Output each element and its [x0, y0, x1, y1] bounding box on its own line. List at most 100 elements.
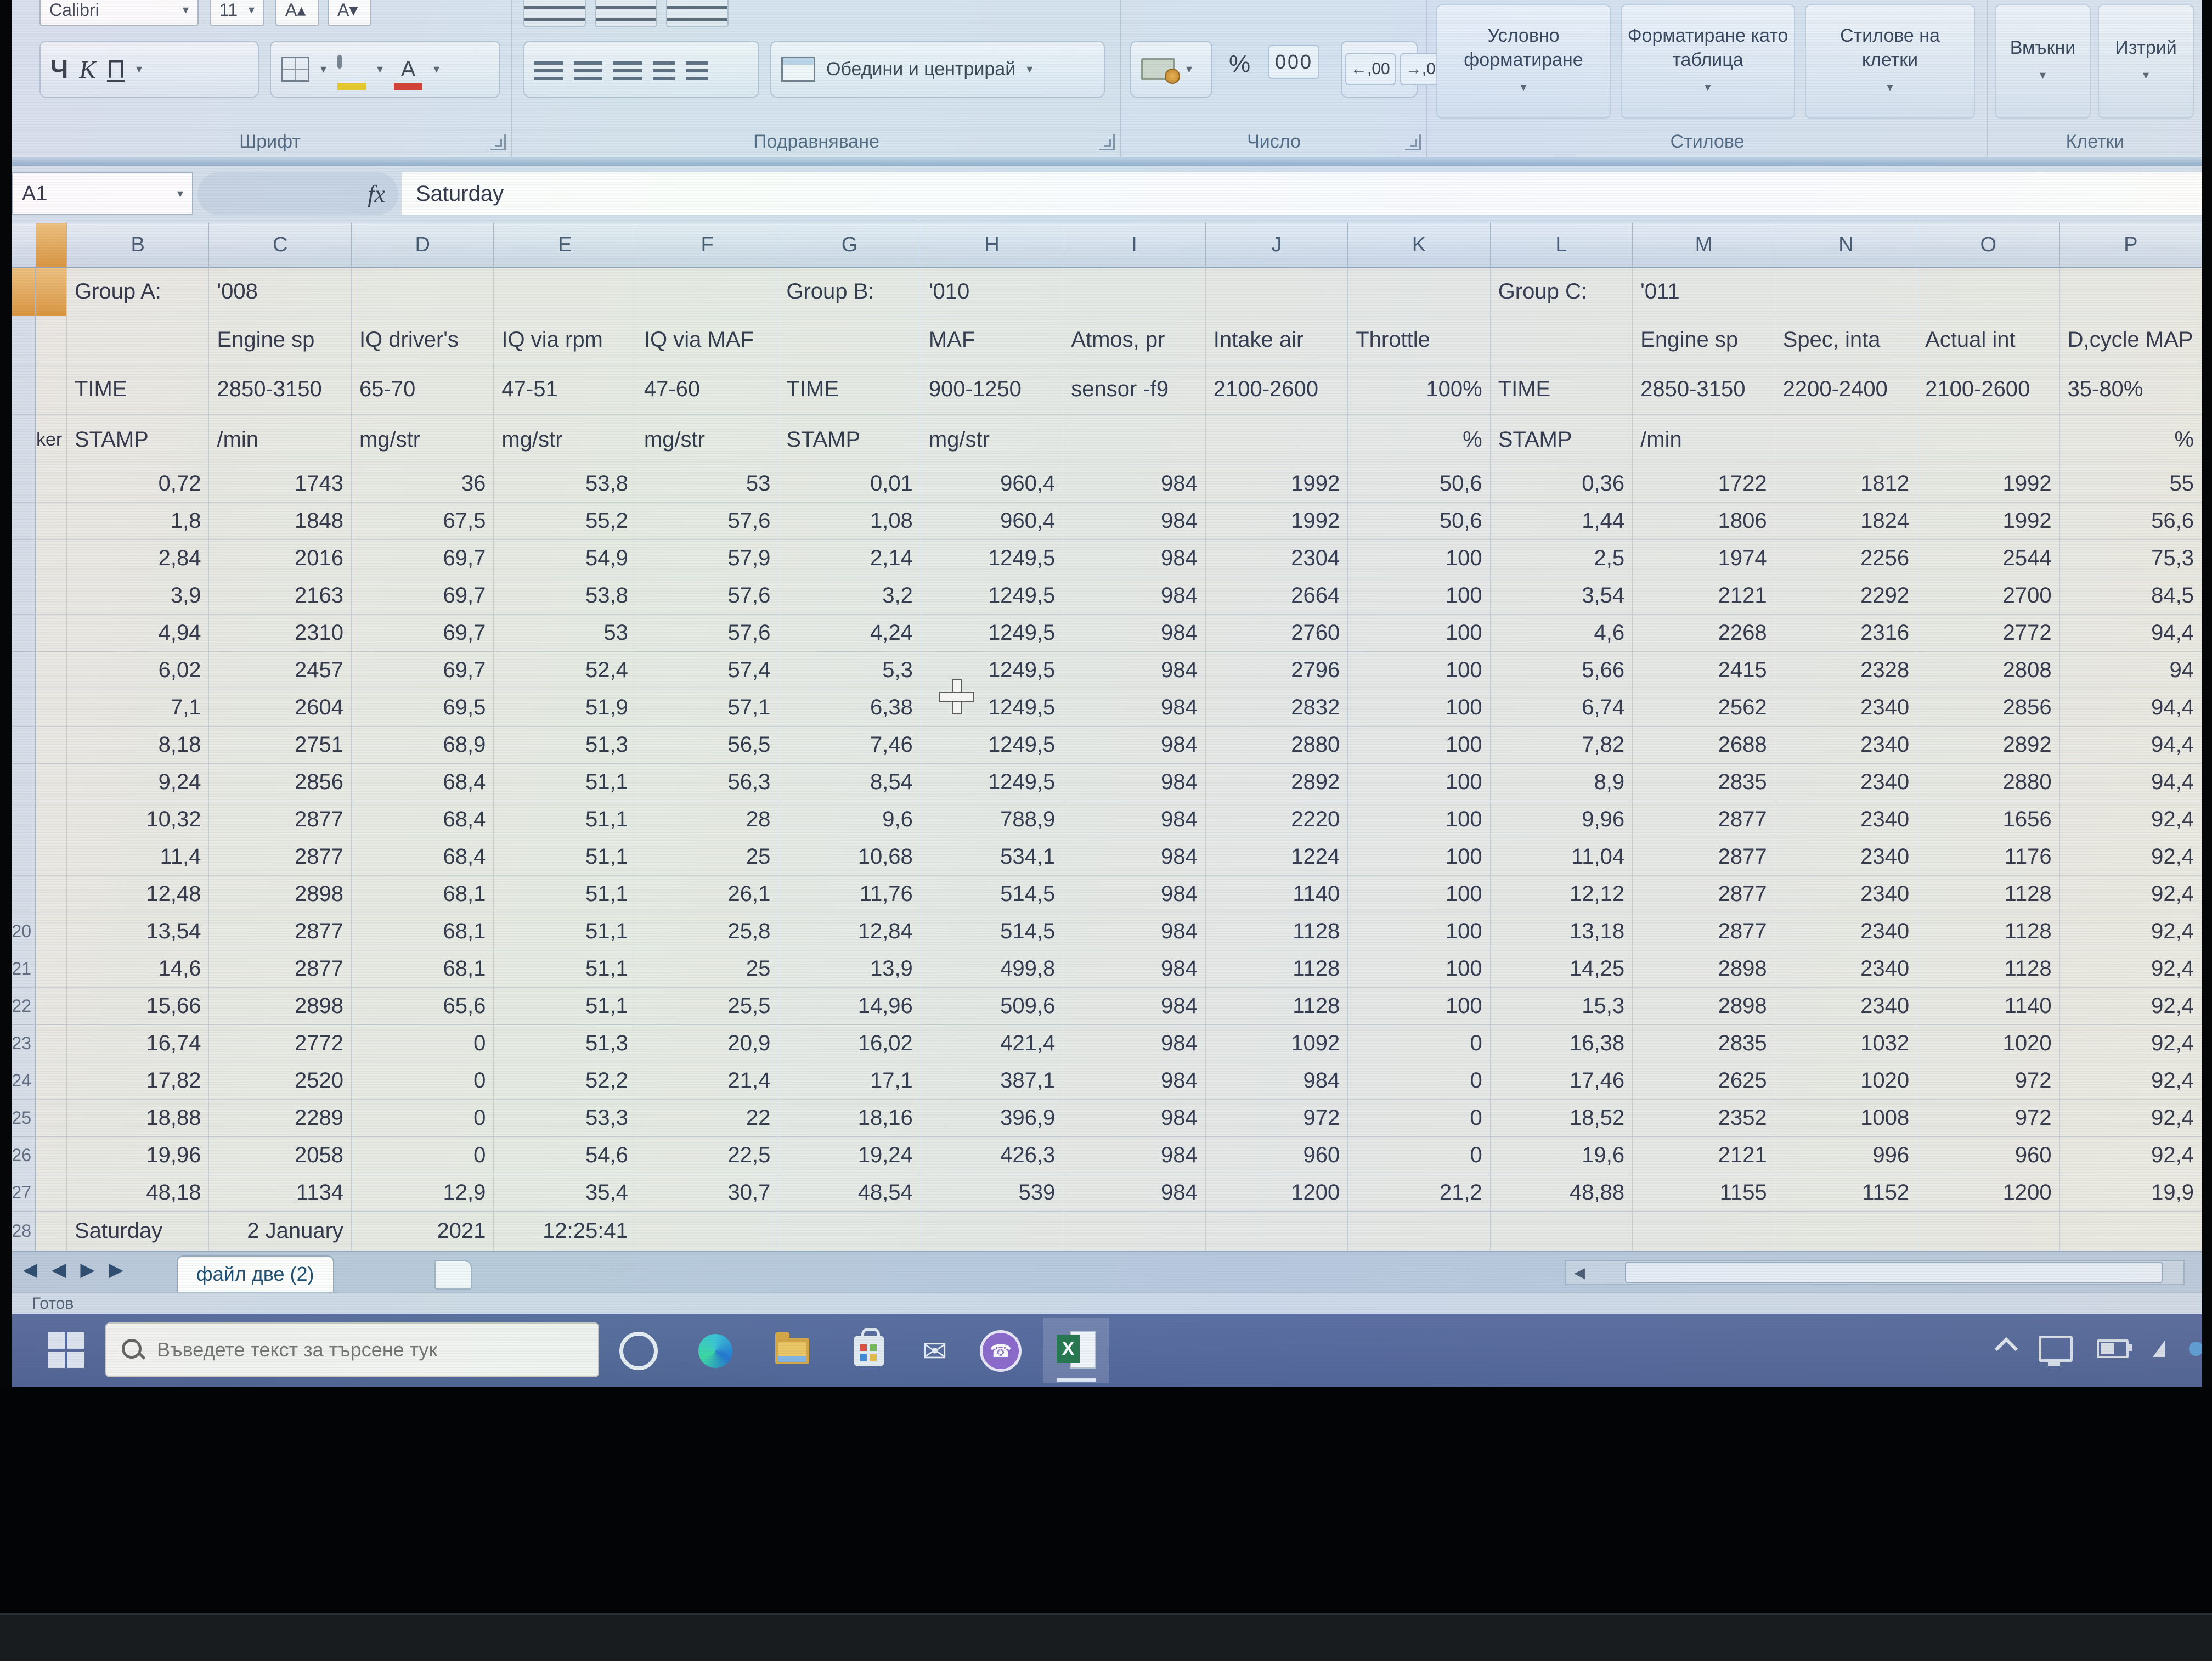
- cell-E26[interactable]: 54,6: [494, 1137, 636, 1174]
- cell-G15[interactable]: 7,46: [778, 727, 921, 764]
- cell-A1[interactable]: [36, 268, 67, 316]
- cell-I2[interactable]: Atmos, pr: [1063, 316, 1205, 364]
- cell-E18[interactable]: 51,1: [494, 838, 636, 876]
- merge-center-button[interactable]: Обедини и центрирай ▾: [770, 41, 1105, 98]
- cell-H21[interactable]: 499,8: [921, 950, 1063, 988]
- cell-K2[interactable]: Throttle: [1348, 316, 1490, 364]
- cell-I3[interactable]: sensor -f9: [1063, 364, 1205, 415]
- cell-N23[interactable]: 1032: [1775, 1025, 1917, 1062]
- cell-C21[interactable]: 2877: [209, 950, 351, 988]
- display-icon[interactable]: [2039, 1336, 2073, 1362]
- cell-B12[interactable]: 4,94: [67, 615, 209, 652]
- cell-O15[interactable]: 2892: [1917, 727, 2059, 764]
- cell-M13[interactable]: 2415: [1633, 652, 1775, 689]
- cell-K22[interactable]: 100: [1348, 988, 1490, 1025]
- cell-N2[interactable]: Spec, inta: [1775, 316, 1917, 364]
- column-header-L[interactable]: L: [1491, 223, 1633, 268]
- cell-P28[interactable]: [2060, 1212, 2202, 1251]
- cell-L24[interactable]: 17,46: [1491, 1062, 1633, 1100]
- cell-P27[interactable]: 19,9: [2060, 1174, 2202, 1212]
- scrollbar-thumb[interactable]: [1625, 1262, 2163, 1283]
- cell-I4[interactable]: [1063, 415, 1205, 465]
- mail-button[interactable]: ✉: [912, 1328, 958, 1374]
- cell-C12[interactable]: 2310: [209, 615, 351, 652]
- cell-O21[interactable]: 1128: [1917, 950, 2059, 988]
- cell-K9[interactable]: 50,6: [1348, 503, 1490, 540]
- cell-O18[interactable]: 1176: [1917, 838, 2059, 876]
- cell-C10[interactable]: 2016: [209, 540, 351, 577]
- cell-B25[interactable]: 18,88: [67, 1100, 209, 1137]
- cell-O4[interactable]: [1917, 415, 2059, 465]
- cell-H23[interactable]: 421,4: [921, 1025, 1063, 1062]
- cell-H11[interactable]: 1249,5: [921, 577, 1063, 615]
- cell-C9[interactable]: 1848: [209, 503, 351, 540]
- cell-O17[interactable]: 1656: [1917, 801, 2059, 838]
- cell-N16[interactable]: 2340: [1775, 764, 1917, 801]
- cell-O10[interactable]: 2544: [1917, 540, 2059, 577]
- cell-F11[interactable]: 57,6: [636, 577, 778, 615]
- cell-J16[interactable]: 2892: [1206, 764, 1348, 801]
- cell-D1[interactable]: [352, 268, 494, 316]
- cell-D25[interactable]: 0: [352, 1100, 494, 1137]
- column-header-G[interactable]: G: [778, 223, 921, 268]
- cell-B3[interactable]: TIME: [67, 364, 209, 415]
- cell-K19[interactable]: 100: [1348, 876, 1490, 913]
- cell-H2[interactable]: MAF: [921, 316, 1063, 364]
- cell-G21[interactable]: 13,9: [778, 950, 921, 988]
- cell-I9[interactable]: 984: [1063, 503, 1205, 540]
- cell-I1[interactable]: [1063, 268, 1205, 316]
- cell-B23[interactable]: 16,74: [67, 1025, 209, 1062]
- cell-J18[interactable]: 1224: [1206, 838, 1348, 876]
- cell-I15[interactable]: 984: [1063, 727, 1205, 764]
- cell-M17[interactable]: 2877: [1633, 801, 1775, 838]
- cell-D18[interactable]: 68,4: [352, 838, 494, 876]
- cell-A22[interactable]: [36, 988, 67, 1025]
- cell-F9[interactable]: 57,6: [636, 503, 778, 540]
- cell-A28[interactable]: [36, 1212, 67, 1251]
- row-header-4[interactable]: [12, 415, 36, 465]
- cell-M11[interactable]: 2121: [1633, 577, 1775, 615]
- cell-K26[interactable]: 0: [1348, 1137, 1490, 1174]
- cell-G23[interactable]: 16,02: [778, 1025, 921, 1062]
- insert-cells-button[interactable]: Вмъкни ▾: [1995, 4, 2091, 119]
- align-middle-icon[interactable]: [595, 0, 657, 27]
- chevron-down-icon[interactable]: ▾: [433, 62, 439, 76]
- row-header-20[interactable]: 20: [12, 913, 36, 950]
- column-header-A[interactable]: [36, 223, 67, 268]
- cell-I20[interactable]: 984: [1063, 913, 1205, 950]
- cell-C22[interactable]: 2898: [209, 988, 351, 1025]
- grow-font-button[interactable]: А▴: [275, 0, 319, 26]
- cell-K18[interactable]: 100: [1348, 838, 1490, 876]
- column-header-E[interactable]: E: [494, 223, 636, 268]
- battery-icon[interactable]: [2097, 1339, 2129, 1358]
- cell-N28[interactable]: [1775, 1212, 1917, 1251]
- cell-G22[interactable]: 14,96: [778, 988, 921, 1025]
- cell-P2[interactable]: D,cycle MAP: [2060, 316, 2202, 364]
- cell-A4[interactable]: ker: [36, 415, 67, 465]
- cell-C1[interactable]: '008: [209, 268, 351, 316]
- cell-E11[interactable]: 53,8: [494, 577, 636, 615]
- cell-F1[interactable]: [636, 268, 778, 316]
- cell-P22[interactable]: 92,4: [2060, 988, 2202, 1025]
- cell-A27[interactable]: [36, 1174, 67, 1212]
- cell-H12[interactable]: 1249,5: [921, 615, 1063, 652]
- cell-M21[interactable]: 2898: [1633, 950, 1775, 988]
- cell-G8[interactable]: 0,01: [778, 465, 921, 503]
- cell-N17[interactable]: 2340: [1775, 801, 1917, 838]
- cell-K12[interactable]: 100: [1348, 615, 1490, 652]
- cell-A19[interactable]: [36, 876, 67, 913]
- cell-A21[interactable]: [36, 950, 67, 988]
- cell-N21[interactable]: 2340: [1775, 950, 1917, 988]
- row-header-22[interactable]: 22: [12, 988, 36, 1025]
- cell-N22[interactable]: 2340: [1775, 988, 1917, 1025]
- cell-E10[interactable]: 54,9: [494, 540, 636, 577]
- cell-I25[interactable]: 984: [1063, 1100, 1205, 1137]
- cell-I19[interactable]: 984: [1063, 876, 1205, 913]
- select-all-button[interactable]: [12, 223, 36, 268]
- cell-N26[interactable]: 996: [1775, 1137, 1917, 1174]
- cell-K17[interactable]: 100: [1348, 801, 1490, 838]
- cell-G24[interactable]: 17,1: [778, 1062, 921, 1100]
- cell-N3[interactable]: 2200-2400: [1775, 364, 1917, 415]
- column-header-J[interactable]: J: [1206, 223, 1348, 268]
- cell-E25[interactable]: 53,3: [494, 1100, 636, 1137]
